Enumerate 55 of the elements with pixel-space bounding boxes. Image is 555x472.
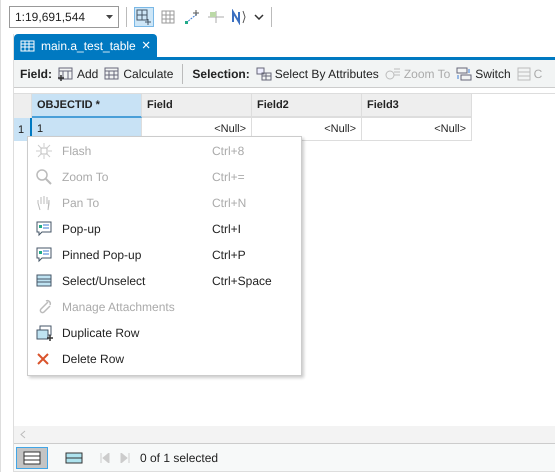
close-button[interactable]: ×	[142, 38, 150, 53]
dropdown-caret-icon	[106, 15, 113, 19]
shortcut-text: Ctrl+8	[212, 144, 244, 158]
menu-item[interactable]: Select/Unselect Ctrl+Space	[28, 268, 301, 294]
tab-title: main.a_test_table	[41, 38, 136, 52]
toolbar-button[interactable]: Calculate	[104, 66, 174, 80]
table-icon	[20, 40, 35, 52]
grid-icon	[161, 10, 175, 24]
shortcut-text: Ctrl+N	[212, 196, 246, 210]
select-tool-icon	[136, 9, 152, 25]
duplicate-row-icon	[36, 325, 53, 341]
snapping-icon	[208, 9, 224, 25]
toolbar-button[interactable]: Select By Attributes	[256, 66, 379, 80]
row-number[interactable]: 1	[14, 118, 32, 141]
column-header[interactable]: Field3	[362, 94, 472, 118]
switch-icon	[456, 66, 472, 80]
edit-vertices-icon	[184, 9, 200, 25]
row-select-icon	[36, 274, 52, 288]
magnifier-icon	[36, 169, 52, 185]
column-header[interactable]: Field	[142, 94, 252, 118]
menu-item[interactable]: Pop-up Ctrl+I	[28, 216, 301, 242]
popup-icon	[36, 247, 52, 263]
toolbar-button[interactable]: Add	[58, 66, 98, 80]
clear-icon	[516, 66, 531, 80]
shortcut-text: Ctrl+I	[212, 222, 242, 236]
table-tab[interactable]: main.a_test_table ×	[14, 34, 156, 57]
zoom-icon	[384, 66, 401, 80]
selection-count: 0 of 1 selected	[140, 450, 218, 464]
toolbar-tool[interactable]	[134, 7, 154, 27]
table-cell: <Null>	[362, 118, 472, 141]
scale-combo[interactable]: 1:19,691,544	[9, 6, 119, 28]
selection-label: Selection:	[192, 66, 250, 80]
column-header[interactable]: OBJECTID *	[32, 94, 142, 118]
delete-icon	[36, 352, 50, 366]
all-records-icon	[23, 450, 41, 464]
shortcut-text: Ctrl+Space	[212, 274, 272, 288]
hand-icon	[36, 195, 52, 211]
table-select-icon	[256, 66, 272, 80]
field-label: Field:	[20, 66, 52, 80]
menu-item[interactable]: Delete Row	[28, 346, 301, 372]
chevron-down-icon[interactable]	[254, 14, 264, 20]
flash-icon	[36, 143, 52, 159]
shortcut-text: Ctrl+P	[212, 248, 246, 262]
menu-item[interactable]: Pinned Pop-up Ctrl+P	[28, 242, 301, 268]
column-header[interactable]: Field2	[252, 94, 362, 118]
horizontal-scrollbar[interactable]	[14, 426, 555, 444]
shortcut-text: Ctrl+=	[212, 170, 245, 184]
view-button[interactable]	[16, 446, 48, 468]
popup-icon	[36, 221, 52, 237]
toolbar-button[interactable]: Switch	[456, 66, 511, 80]
selected-records-icon	[65, 452, 83, 464]
toolbar-tool[interactable]	[182, 7, 202, 27]
add-field-icon	[58, 66, 74, 80]
calculator-icon	[104, 66, 120, 80]
menu-item[interactable]: Duplicate Row	[28, 320, 301, 346]
